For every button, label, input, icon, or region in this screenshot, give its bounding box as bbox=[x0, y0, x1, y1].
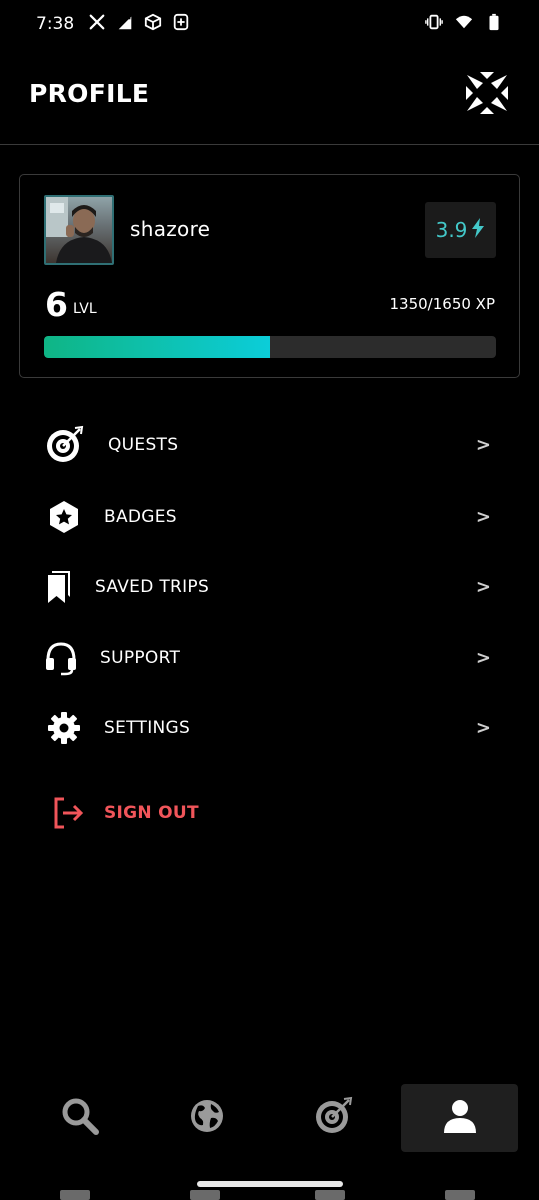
menu-item-label: QUESTS bbox=[108, 435, 179, 455]
chevron-right-icon: > bbox=[475, 647, 491, 669]
cube-app-icon bbox=[144, 13, 162, 36]
xp-progress-fill bbox=[44, 336, 270, 358]
chevron-right-icon: > bbox=[475, 506, 491, 528]
page-title: PROFILE bbox=[29, 78, 150, 108]
menu-item-label: SETTINGS bbox=[104, 718, 191, 738]
wifi-icon bbox=[455, 13, 473, 36]
sign-out-button[interactable]: SIGN OUT bbox=[0, 783, 539, 843]
status-time: 7:38 bbox=[36, 14, 75, 34]
chevron-right-icon: > bbox=[475, 434, 491, 456]
profile-card: shazore 3.9 6 LVL 1350/1650 XP bbox=[19, 174, 520, 378]
nav-tab-quests[interactable] bbox=[283, 1084, 383, 1152]
header: PROFILE bbox=[0, 60, 539, 126]
x-logo-icon bbox=[88, 13, 106, 36]
bottom-nav bbox=[0, 1084, 539, 1152]
globe-icon bbox=[189, 1098, 225, 1139]
vibrate-icon bbox=[425, 13, 443, 36]
status-bar: 7:38 bbox=[0, 0, 539, 48]
chevron-right-icon: > bbox=[475, 717, 491, 739]
sign-out-icon bbox=[48, 793, 88, 833]
nav-tab-profile[interactable] bbox=[401, 1084, 518, 1152]
nav-tab-search[interactable] bbox=[30, 1084, 130, 1152]
peek-item bbox=[445, 1190, 475, 1200]
badge-star-icon bbox=[44, 497, 84, 537]
level-label: LVL bbox=[73, 301, 97, 317]
lightning-icon bbox=[471, 217, 485, 243]
search-icon bbox=[60, 1096, 100, 1141]
app-switcher-peek bbox=[0, 1190, 539, 1200]
username: shazore bbox=[130, 217, 211, 241]
peek-item bbox=[60, 1190, 90, 1200]
menu-item-support[interactable]: SUPPORT > bbox=[0, 628, 539, 688]
sign-out-label: SIGN OUT bbox=[104, 803, 199, 823]
nav-tab-explore[interactable] bbox=[157, 1084, 257, 1152]
menu-item-label: SAVED TRIPS bbox=[95, 577, 210, 597]
peek-item bbox=[315, 1190, 345, 1200]
target-icon bbox=[44, 425, 84, 465]
avatar[interactable] bbox=[44, 195, 114, 265]
rating-badge[interactable]: 3.9 bbox=[425, 202, 496, 258]
user-icon bbox=[441, 1097, 479, 1140]
profile-screen: 7:38 PROFILE shazore 3.9 6 LVL 1350/1650… bbox=[0, 0, 539, 1200]
rating-value: 3.9 bbox=[435, 218, 468, 242]
menu-item-label: SUPPORT bbox=[100, 648, 181, 668]
menu-item-label: BADGES bbox=[104, 507, 177, 527]
gear-icon bbox=[44, 708, 84, 748]
home-indicator[interactable] bbox=[197, 1181, 343, 1187]
level-number: 6 bbox=[45, 285, 68, 324]
bookmarks-icon bbox=[38, 567, 78, 607]
target-icon bbox=[313, 1096, 353, 1141]
menu-item-settings[interactable]: SETTINGS > bbox=[0, 698, 539, 758]
header-divider bbox=[0, 144, 539, 145]
chevron-right-icon: > bbox=[475, 576, 491, 598]
menu-item-quests[interactable]: QUESTS > bbox=[0, 415, 539, 475]
menu-item-badges[interactable]: BADGES > bbox=[0, 487, 539, 547]
xp-text: 1350/1650 XP bbox=[389, 295, 496, 313]
status-bar-right bbox=[425, 13, 503, 36]
xp-progress-bar bbox=[44, 336, 496, 358]
menu-item-saved-trips[interactable]: SAVED TRIPS > bbox=[0, 557, 539, 617]
status-bar-left: 7:38 bbox=[36, 13, 190, 36]
headset-icon bbox=[41, 638, 81, 678]
plus-square-icon bbox=[172, 13, 190, 36]
app-logo-icon[interactable] bbox=[463, 69, 511, 117]
peek-item bbox=[190, 1190, 220, 1200]
battery-icon bbox=[485, 13, 503, 36]
signal-alert-icon bbox=[116, 13, 134, 36]
